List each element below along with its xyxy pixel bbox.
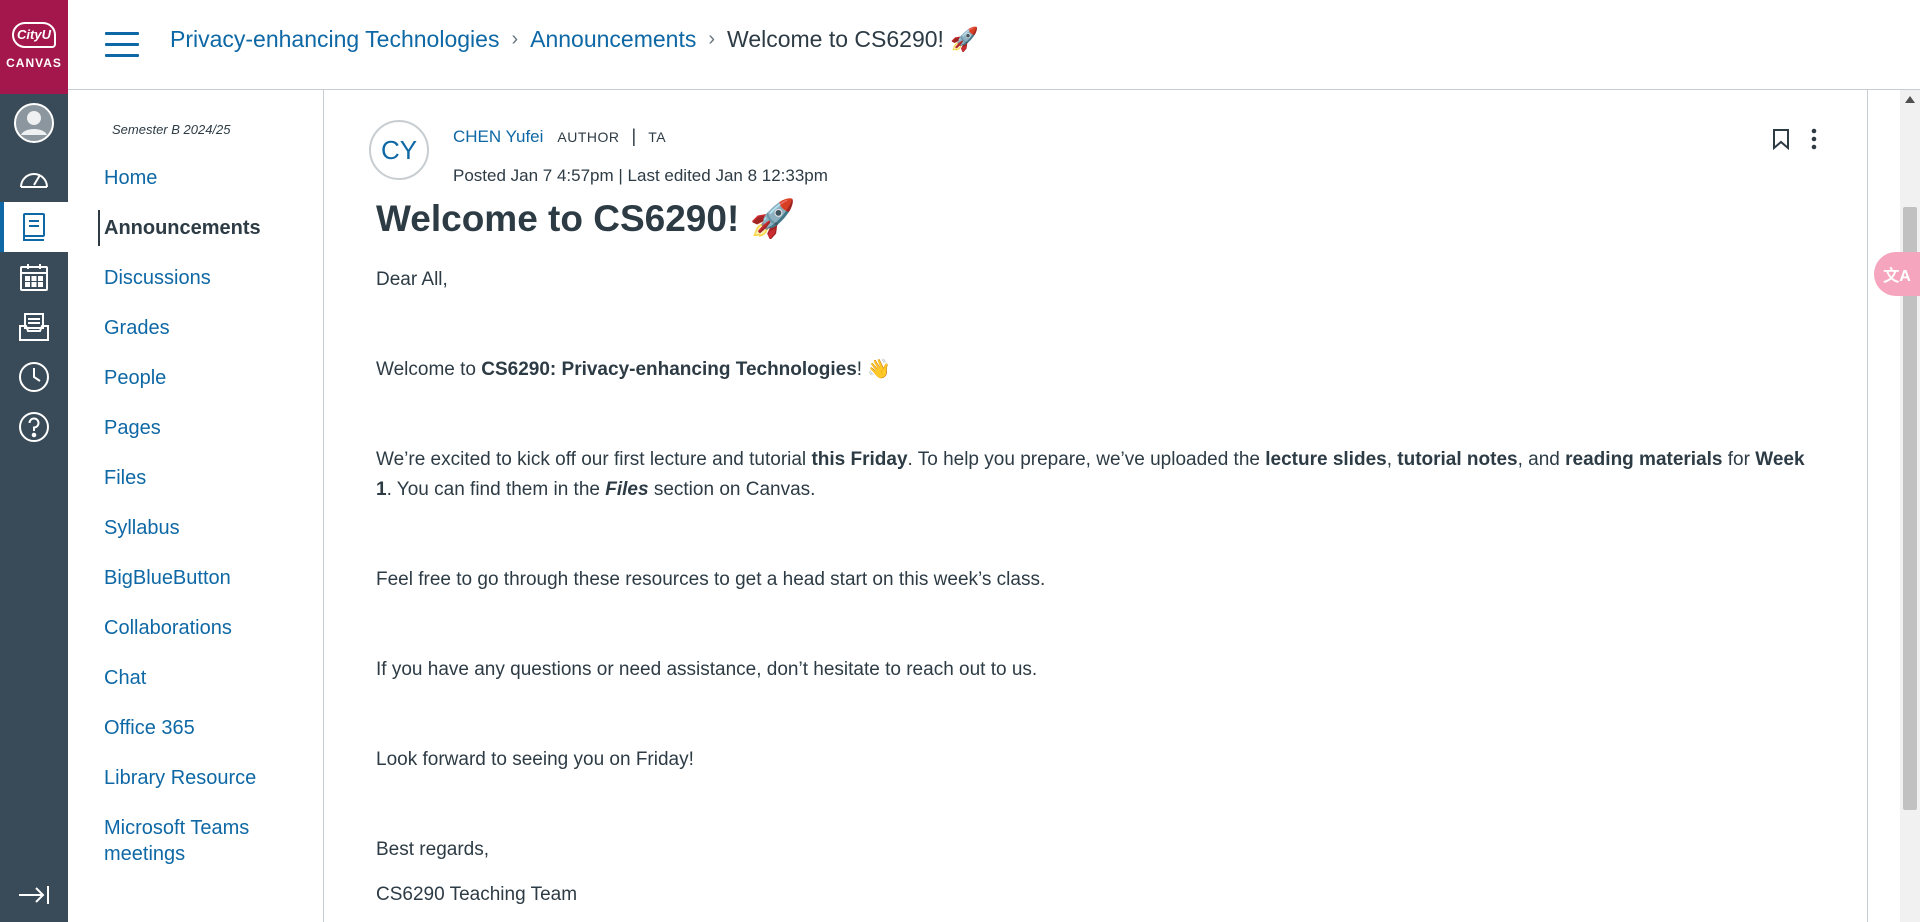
global-nav-dashboard[interactable]: [0, 153, 68, 203]
course-nav-bigbluebutton[interactable]: BigBlueButton: [68, 560, 323, 596]
role-divider: |: [631, 126, 637, 146]
course-nav-office-365[interactable]: Office 365: [68, 710, 323, 746]
chevron-right-icon: ›: [511, 28, 519, 50]
post-timestamps: Posted Jan 7 4:57pm | Last edited Jan 8 …: [453, 166, 828, 186]
hamburger-menu-icon[interactable]: [105, 32, 139, 60]
ta-role-badge: TA: [648, 128, 667, 145]
chevron-right-icon: ›: [708, 28, 716, 50]
global-nav-calendar[interactable]: [0, 252, 68, 302]
bookmark-icon[interactable]: [1772, 128, 1790, 150]
body-paragraph-4: If you have any questions or need assist…: [376, 659, 1038, 680]
breadcrumb-current: Welcome to CS6290! 🚀: [727, 26, 979, 52]
greeting: Dear All,: [376, 269, 448, 290]
page-scrollbar[interactable]: [1867, 90, 1920, 922]
logo-badge: CityU: [12, 22, 56, 48]
author-line: CHEN Yufei AUTHOR | TA: [453, 126, 666, 147]
account-avatar-icon: [14, 103, 54, 143]
author-avatar[interactable]: CY: [369, 120, 429, 180]
breadcrumb-course[interactable]: Privacy-enhancing Technologies: [170, 26, 499, 53]
inbox-icon: [19, 313, 49, 341]
calendar-icon: [20, 264, 48, 291]
body-paragraph-3: Feel free to go through these resources …: [376, 569, 1046, 590]
last-edited-date: | Last edited Jan 8 12:33pm: [618, 166, 828, 185]
courses-icon: [23, 213, 45, 241]
course-nav-collaborations[interactable]: Collaborations: [68, 610, 323, 646]
course-nav: Semester B 2024/25 Home Announcements Di…: [68, 90, 324, 922]
global-nav-collapse[interactable]: [0, 870, 68, 920]
global-nav-inbox[interactable]: [0, 302, 68, 352]
course-nav-chat[interactable]: Chat: [68, 660, 323, 696]
breadcrumb-announcements[interactable]: Announcements: [530, 26, 696, 53]
page-header: Privacy-enhancing Technologies › Announc…: [68, 0, 1920, 90]
more-options-icon[interactable]: [1810, 128, 1818, 150]
scroll-up-arrow-icon[interactable]: [1905, 96, 1915, 103]
announcement-title: Welcome to CS6290! 🚀: [376, 198, 796, 239]
closing: Best regards,: [376, 839, 489, 860]
course-nav-files[interactable]: Files: [68, 460, 323, 496]
signature: CS6290 Teaching Team: [376, 884, 578, 905]
global-nav-history[interactable]: [0, 352, 68, 402]
course-nav-grades[interactable]: Grades: [68, 310, 323, 346]
scrollbar-thumb[interactable]: [1903, 207, 1917, 810]
global-nav-help[interactable]: [0, 402, 68, 452]
global-nav-account[interactable]: [0, 98, 68, 148]
course-nav-microsoft-teams[interactable]: Microsoft Teams meetings: [68, 810, 264, 872]
course-nav-syllabus[interactable]: Syllabus: [68, 510, 323, 546]
body-paragraph-1: Welcome to CS6290: Privacy-enhancing Tec…: [376, 359, 892, 380]
course-nav-pages[interactable]: Pages: [68, 410, 323, 446]
cityu-canvas-logo[interactable]: CityU CANVAS: [0, 0, 68, 94]
course-nav-discussions[interactable]: Discussions: [68, 260, 323, 296]
translate-extension-icon[interactable]: 文A: [1874, 252, 1920, 296]
course-menu: Home Announcements Discussions Grades Pe…: [68, 160, 323, 872]
body-paragraph-5: Look forward to seeing you on Friday!: [376, 749, 694, 770]
course-nav-people[interactable]: People: [68, 360, 323, 396]
course-nav-announcements[interactable]: Announcements: [68, 210, 323, 246]
course-nav-home[interactable]: Home: [68, 160, 323, 196]
global-nav: CityU CANVAS: [0, 0, 68, 922]
author-role-badge: AUTHOR: [557, 128, 620, 145]
post-actions: [1772, 128, 1818, 150]
term-label: Semester B 2024/25: [112, 122, 231, 137]
breadcrumb: Privacy-enhancing Technologies › Announc…: [170, 26, 979, 53]
body-paragraph-2: We’re excited to kick off our first lect…: [376, 449, 1805, 500]
announcement-body: Dear All, Welcome to CS6290: Privacy-enh…: [376, 265, 1816, 910]
posted-date: Posted Jan 7 4:57pm: [453, 166, 614, 185]
dashboard-icon: [20, 173, 48, 188]
history-icon: [19, 362, 49, 392]
help-icon: [19, 412, 49, 442]
course-nav-library-resource[interactable]: Library Resource: [68, 760, 323, 796]
logo-wordmark: CANVAS: [6, 56, 62, 70]
collapse-nav-icon: [19, 886, 49, 904]
author-name-link[interactable]: CHEN Yufei: [453, 127, 543, 147]
announcement-main: CY CHEN Yufei AUTHOR | TA Posted Jan 7 4…: [324, 90, 1868, 922]
global-nav-courses[interactable]: [0, 202, 68, 252]
